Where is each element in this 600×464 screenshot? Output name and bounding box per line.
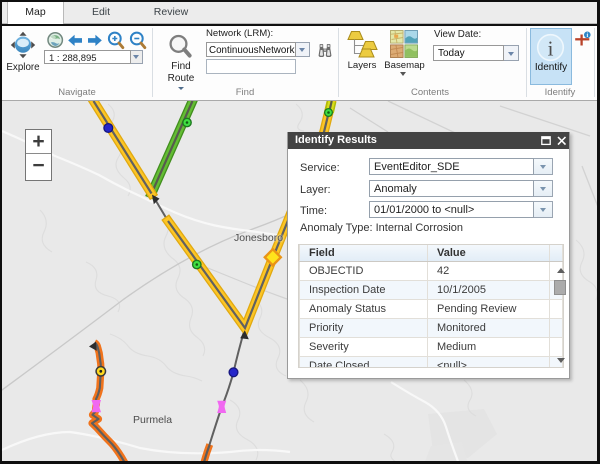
svg-text:i: i	[548, 37, 554, 61]
